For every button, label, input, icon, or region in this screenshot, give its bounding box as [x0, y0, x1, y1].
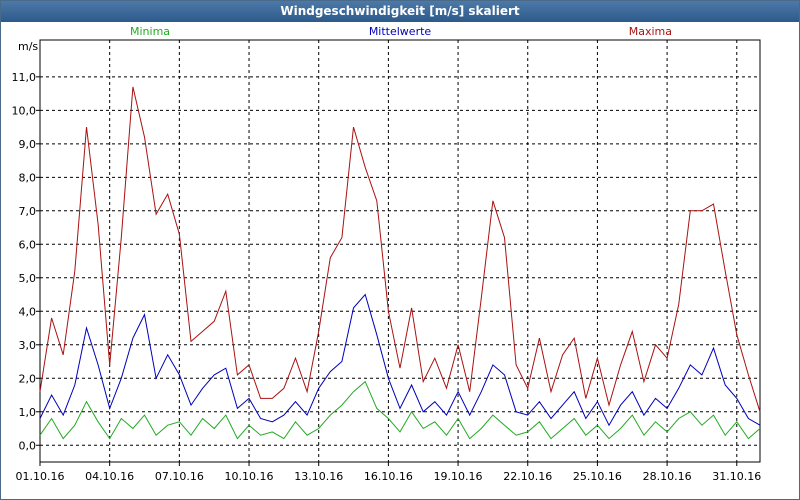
x-tick-labels: 01.10.16 04.10.16 07.10.16 10.10.16 13.10.16…	[16, 470, 762, 483]
y-tick-label: 7,0	[19, 205, 37, 218]
legend: Minima Mittelwerte Maxima	[130, 25, 672, 38]
x-tick-label: 07.10.16	[155, 470, 204, 483]
y-tick-label: 4,0	[19, 305, 37, 318]
legend-entry-mittelwerte: Mittelwerte	[369, 25, 432, 38]
y-tick-label: 1,0	[19, 406, 37, 419]
y-tick-label: 10,0	[12, 104, 37, 117]
y-tick-label: 8,0	[19, 171, 37, 184]
y-tick-label: 2,0	[19, 372, 37, 385]
y-axis-label: m/s	[18, 40, 38, 53]
x-tick-label: 25.10.16	[573, 470, 622, 483]
x-tick-label: 04.10.16	[85, 470, 134, 483]
x-tick-label: 13.10.16	[294, 470, 343, 483]
y-tick-labels: 0,0 1,0 2,0 3,0 4,0 5,0 6,0 7,0 8,0 9,0 10,0 11,0	[12, 71, 37, 452]
x-tick-label: 28.10.16	[643, 470, 692, 483]
y-tick-label: 3,0	[19, 339, 37, 352]
wind-speed-chart: 0,0 1,0 2,0 3,0 4,0 5,0 6,0 7,0 8,0 9,0 10,0 11,0 0…	[12, 25, 762, 483]
y-tick-label: 11,0	[12, 71, 37, 84]
y-tick-label: 6,0	[19, 238, 37, 251]
x-tick-label: 01.10.16	[16, 470, 65, 483]
y-tick-label: 0,0	[19, 439, 37, 452]
legend-entry-maxima: Maxima	[629, 25, 672, 38]
y-tick-label: 5,0	[19, 272, 37, 285]
x-tick-label: 22.10.16	[503, 470, 552, 483]
x-tick-label: 16.10.16	[364, 470, 413, 483]
x-tick-label: 31.10.16	[712, 470, 761, 483]
plot-area	[39, 39, 761, 463]
x-tick-label: 19.10.16	[434, 470, 483, 483]
legend-entry-minima: Minima	[130, 25, 170, 38]
y-tick-label: 9,0	[19, 138, 37, 151]
x-tick-label: 10.10.16	[225, 470, 274, 483]
